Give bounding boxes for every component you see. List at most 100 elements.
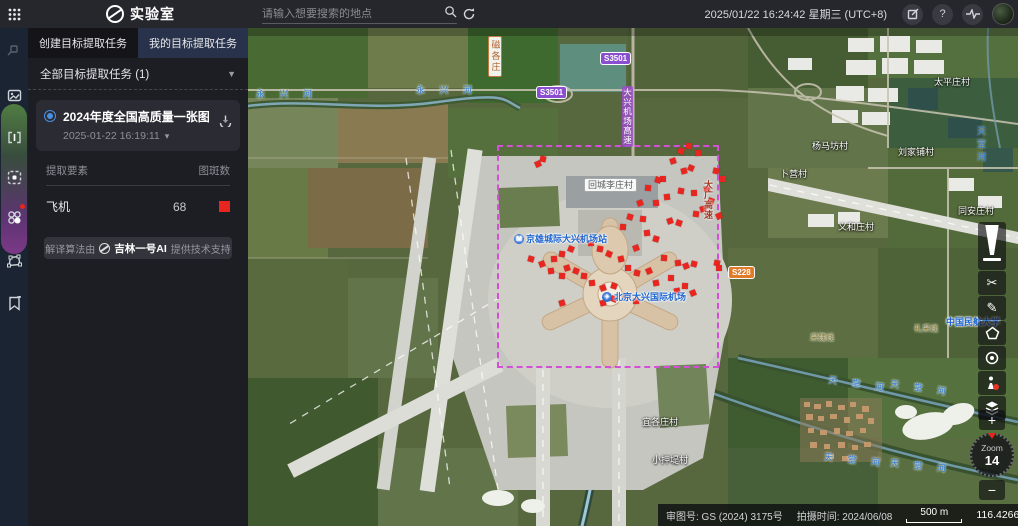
opacity-swipe-tool[interactable]: [978, 222, 1006, 270]
zoom-control: + Zoom 14 −: [974, 410, 1010, 500]
airplane-detection-marker: [559, 273, 566, 280]
polygon-icon: [985, 326, 1000, 340]
airplane-detection-marker: [620, 224, 626, 230]
station-icon: M: [514, 234, 524, 244]
airplane-detection-marker: [695, 150, 702, 157]
search-input[interactable]: [262, 8, 444, 20]
image-layer-icon[interactable]: [0, 78, 28, 112]
map-label: M京雄城际大兴机场站: [514, 234, 607, 244]
scissors-icon: ✂: [987, 275, 998, 291]
feature-name: 飞机: [46, 198, 173, 215]
map-label: 卜营村: [780, 170, 807, 179]
capture-date: 拍摄时间: 2024/06/08: [797, 508, 893, 523]
airplane-detection-marker: [645, 185, 652, 192]
tab-my-tasks[interactable]: 我的目标提取任务: [138, 28, 248, 58]
credit-brand: 吉林一号AI: [114, 241, 167, 256]
airplane-detection-marker: [664, 194, 671, 201]
zoom-dial[interactable]: Zoom 14: [970, 433, 1014, 477]
road-badge: S3501: [600, 52, 631, 65]
street-view-person-icon: [984, 375, 1000, 391]
locate-tool[interactable]: [978, 346, 1006, 370]
zoom-label: Zoom: [981, 443, 1003, 453]
airplane-detection-marker: [551, 256, 557, 262]
airplane-detection-marker: [589, 280, 596, 287]
task-filter-dropdown[interactable]: 全部目标提取任务 (1) ▼: [28, 58, 248, 90]
task-datetime: 2025-01-22 16:19:11: [63, 130, 160, 142]
help-button[interactable]: ?: [932, 4, 953, 25]
map-label: 义和庄村: [838, 223, 874, 232]
bookmark-add-icon[interactable]: [0, 286, 28, 320]
apps-grid-icon[interactable]: [0, 0, 28, 28]
filter-label: 全部目标提取任务 (1): [40, 66, 149, 82]
street-view-tool[interactable]: [978, 371, 1006, 395]
airplane-detection-marker: [640, 216, 647, 223]
airplane-detection-marker: [686, 143, 693, 150]
satellite-icon[interactable]: [0, 32, 28, 66]
map-label: 礼采线: [914, 325, 938, 333]
chevron-down-icon: ▼: [227, 69, 236, 79]
map-label: 小押堤村: [652, 456, 688, 465]
feature-count: 68: [173, 200, 219, 214]
satellite-map[interactable]: 磁各庄S3501S3501大兴机场高速永 兴 河永 兴 河回城李庄村大广高速M京…: [248, 28, 1018, 526]
zoom-out-button[interactable]: −: [979, 480, 1005, 500]
airplane-detection-marker: [678, 188, 685, 195]
airplane-detection-marker: [539, 155, 546, 162]
airplane-detection-marker: [691, 190, 697, 196]
airplane-detection-marker: [653, 200, 660, 207]
logo-icon: [106, 5, 124, 23]
map-label: ✈北京大兴国际机场: [602, 292, 686, 302]
polygon-tool[interactable]: [978, 321, 1006, 345]
note-edit-button[interactable]: [902, 4, 923, 25]
scale-line: [906, 519, 962, 523]
map-label: 永 兴 河: [416, 86, 478, 95]
apps-clover-icon[interactable]: [0, 200, 28, 234]
map-toolbar: ✂ ✎: [978, 222, 1006, 420]
jilin1-logo-icon: [99, 243, 110, 254]
user-avatar[interactable]: [992, 3, 1014, 25]
algorithm-credit: 解译算法由 吉林一号AI 提供技术支持: [44, 237, 232, 259]
map-label: 大兴机场高速: [622, 86, 633, 147]
map-label: 采魏线: [810, 334, 834, 342]
polygon-draw-icon[interactable]: [0, 244, 28, 278]
airplane-detection-marker: [661, 255, 667, 261]
table-row[interactable]: 飞机 68: [46, 198, 230, 215]
map-label: 永 兴 河: [256, 90, 318, 99]
airplane-detection-marker: [596, 245, 603, 252]
chevron-down-icon[interactable]: ▾: [165, 131, 170, 142]
task-radio-selected[interactable]: [44, 110, 56, 122]
col-feature: 提取要素: [46, 163, 88, 178]
compare-swipe-icon[interactable]: [0, 120, 28, 154]
map-label: 同安庄村: [958, 207, 994, 216]
activity-button[interactable]: [962, 4, 983, 25]
map-label: 太平庄村: [934, 78, 970, 87]
task-card[interactable]: 2024年度全国高质量一张图 2025-01-22 16:19:11 ▾: [36, 100, 240, 151]
credit-suffix: 提供技术支持: [171, 241, 231, 256]
airplane-detection-marker: [716, 265, 722, 271]
map-label: 杨马坊村: [812, 142, 848, 151]
draw-tool[interactable]: ✎: [978, 296, 1006, 320]
minus-bar-icon: [983, 258, 1001, 261]
clip-tool[interactable]: ✂: [978, 271, 1006, 295]
scale-bar: 500 m: [906, 507, 962, 523]
airplane-detection-marker: [720, 176, 726, 182]
map-label: 回城李庄村: [584, 178, 637, 192]
credit-prefix: 解译算法由: [45, 241, 95, 256]
airplane-detection-marker: [652, 279, 659, 286]
pencil-icon: ✎: [987, 300, 998, 316]
map-license: 审图号: GS (2024) 3175号: [666, 508, 783, 523]
zoom-in-button[interactable]: +: [979, 410, 1005, 430]
extract-select-icon[interactable]: [0, 160, 28, 194]
tab-create-task[interactable]: 创建目标提取任务: [28, 28, 138, 58]
airplane-detection-marker: [668, 275, 674, 281]
map-label: 天堂河: [976, 126, 985, 165]
task-title: 2024年度全国高质量一张图: [63, 108, 212, 125]
top-bar: 实验室 2025/01/22 16:24:42 星期三 (UTC+8) ?: [0, 0, 1018, 28]
airplane-detection-marker: [644, 230, 651, 237]
app-title: 实验室: [130, 4, 175, 24]
search-icon[interactable]: [444, 5, 457, 23]
airplane-detection-marker: [548, 268, 555, 275]
download-icon[interactable]: [219, 114, 232, 132]
notification-dot: [20, 204, 25, 209]
refresh-icon[interactable]: [462, 7, 476, 21]
feature-color-swatch: [219, 201, 230, 212]
